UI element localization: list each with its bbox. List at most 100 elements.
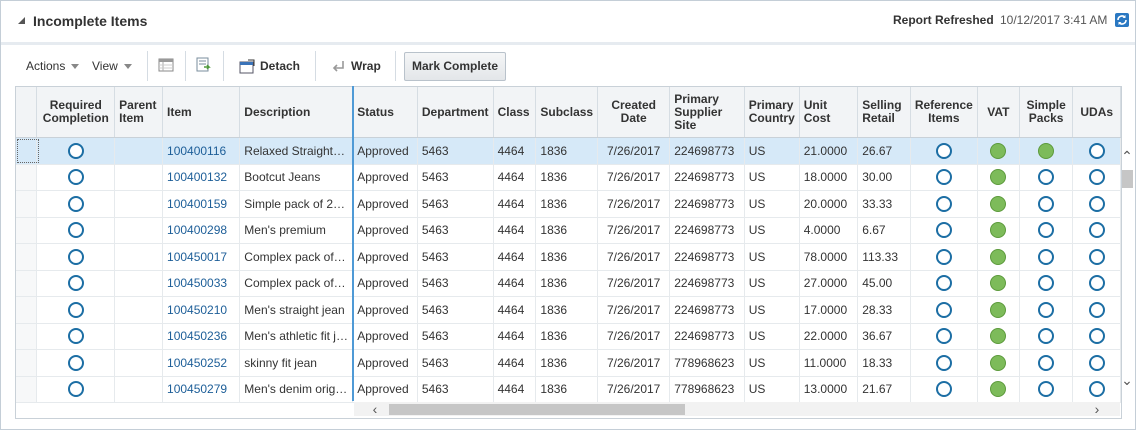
collapse-triangle-icon[interactable] [18, 17, 25, 24]
cell-item-link[interactable]: 100450236 [162, 323, 241, 350]
incomplete-status-icon[interactable] [1088, 275, 1105, 292]
incomplete-status-icon[interactable] [67, 275, 84, 292]
incomplete-status-icon[interactable] [935, 195, 952, 212]
row-selector[interactable] [16, 376, 38, 403]
cell-item-link[interactable]: 100400132 [162, 164, 241, 191]
table-row[interactable]: 100450017 Complex pack of… Approved 5463 446… [16, 243, 1121, 271]
incomplete-status-icon[interactable] [1038, 222, 1055, 239]
table-row[interactable]: 100400132 Bootcut Jeans Approved 5463 4464 18… [16, 164, 1121, 191]
row-selector[interactable] [16, 217, 38, 244]
col-created-date[interactable]: Created Date [597, 87, 671, 138]
col-item[interactable]: Item [162, 87, 241, 138]
cell-item-link[interactable]: 100400298 [162, 217, 241, 244]
row-selector[interactable] [16, 190, 38, 218]
actions-menu[interactable]: Actions [26, 57, 80, 75]
table-row[interactable]: 100400159 Simple pack of 2… Approved 5463 44… [16, 190, 1121, 218]
col-primary-country[interactable]: Primary Country [744, 87, 800, 138]
incomplete-status-icon[interactable] [1088, 169, 1105, 186]
col-class[interactable]: Class [493, 87, 537, 138]
incomplete-status-icon[interactable] [67, 354, 84, 371]
cell-item-link[interactable]: 100450252 [162, 349, 241, 377]
row-selector[interactable] [16, 270, 38, 297]
incomplete-status-icon[interactable] [935, 169, 952, 186]
row-selector[interactable] [16, 164, 38, 191]
incomplete-status-icon[interactable] [1038, 301, 1055, 318]
mark-complete-button[interactable]: Mark Complete [404, 52, 506, 81]
incomplete-status-icon[interactable] [935, 328, 952, 345]
complete-status-icon[interactable] [990, 354, 1007, 371]
row-selector[interactable] [16, 296, 38, 324]
table-row[interactable]: 100450236 Men's athletic fit j… Approved 54… [16, 323, 1121, 350]
complete-status-icon[interactable] [990, 195, 1007, 212]
complete-status-icon[interactable] [990, 328, 1007, 345]
cell-item-link[interactable]: 100450017 [162, 243, 241, 271]
complete-status-icon[interactable] [990, 248, 1007, 265]
freeze-icon[interactable] [158, 57, 174, 73]
incomplete-status-icon[interactable] [67, 169, 84, 186]
col-description[interactable]: Description [239, 87, 354, 138]
col-subclass[interactable]: Subclass [535, 87, 599, 138]
incomplete-status-icon[interactable] [935, 381, 952, 398]
col-udas[interactable]: UDAs [1072, 87, 1121, 138]
col-department[interactable]: Department [417, 87, 494, 138]
incomplete-status-icon[interactable] [1088, 354, 1105, 371]
incomplete-status-icon[interactable] [935, 248, 952, 265]
incomplete-status-icon[interactable] [1088, 328, 1105, 345]
incomplete-status-icon[interactable] [1038, 328, 1055, 345]
scroll-right-icon[interactable]: › [1091, 402, 1103, 416]
scroll-down-icon[interactable]: ⌄ [1121, 373, 1133, 387]
incomplete-status-icon[interactable] [1088, 301, 1105, 318]
table-row[interactable]: 100400116 Relaxed Straight… Approved 5463 44… [16, 137, 1121, 165]
incomplete-status-icon[interactable] [1088, 222, 1105, 239]
cell-item-link[interactable]: 100450279 [162, 376, 241, 403]
refresh-icon[interactable] [1114, 12, 1130, 28]
incomplete-status-icon[interactable] [67, 301, 84, 318]
col-unit-cost[interactable]: Unit Cost [799, 87, 859, 138]
table-row[interactable]: 100450210 Men's straight jean Approved 5463… [16, 296, 1121, 324]
incomplete-status-icon[interactable] [1038, 275, 1055, 292]
incomplete-status-icon[interactable] [935, 301, 952, 318]
incomplete-status-icon[interactable] [935, 142, 952, 159]
incomplete-status-icon[interactable] [1038, 354, 1055, 371]
detach-button[interactable]: Detach [239, 57, 300, 75]
incomplete-status-icon[interactable] [67, 142, 84, 159]
incomplete-status-icon[interactable] [935, 354, 952, 371]
cell-item-link[interactable]: 100400116 [162, 137, 241, 165]
incomplete-status-icon[interactable] [67, 381, 84, 398]
complete-status-icon[interactable] [990, 142, 1007, 159]
scroll-up-icon[interactable]: ⌃ [1121, 149, 1133, 163]
wrap-button[interactable]: Wrap [332, 57, 381, 75]
col-required-completion[interactable]: Required Completion [36, 87, 116, 138]
incomplete-status-icon[interactable] [1088, 248, 1105, 265]
col-selling-retail[interactable]: Selling Retail [857, 87, 911, 138]
row-selector[interactable] [16, 323, 38, 350]
row-selector[interactable] [16, 243, 38, 271]
incomplete-status-icon[interactable] [1038, 169, 1055, 186]
horizontal-scroll-thumb[interactable] [389, 404, 685, 415]
vertical-scroll-thumb[interactable] [1122, 170, 1133, 188]
complete-status-icon[interactable] [990, 381, 1007, 398]
table-row[interactable]: 100400298 Men's premium Approved 5463 4464 18… [16, 217, 1121, 244]
incomplete-status-icon[interactable] [1038, 381, 1055, 398]
incomplete-status-icon[interactable] [1088, 142, 1105, 159]
incomplete-status-icon[interactable] [1038, 248, 1055, 265]
view-menu[interactable]: View [92, 57, 132, 75]
table-row[interactable]: 100450279 Men's denim orig… Approved 5463 44… [16, 376, 1121, 403]
complete-status-icon[interactable] [990, 169, 1007, 186]
horizontal-scrollbar[interactable]: ‹ › [354, 402, 1120, 416]
col-status[interactable]: Status [352, 87, 418, 138]
complete-status-icon[interactable] [990, 222, 1007, 239]
incomplete-status-icon[interactable] [935, 275, 952, 292]
cell-item-link[interactable]: 100450210 [162, 296, 241, 324]
export-icon[interactable] [196, 57, 212, 73]
incomplete-status-icon[interactable] [67, 222, 84, 239]
incomplete-status-icon[interactable] [67, 248, 84, 265]
table-row[interactable]: 100450252 skinny fit jean Approved 5463 4464… [16, 349, 1121, 377]
cell-item-link[interactable]: 100400159 [162, 190, 241, 218]
cell-item-link[interactable]: 100450033 [162, 270, 241, 297]
col-simple-packs[interactable]: Simple Packs [1019, 87, 1074, 138]
col-vat[interactable]: VAT [977, 87, 1020, 138]
vertical-scrollbar[interactable]: ⌃ ⌄ [1120, 142, 1135, 392]
incomplete-status-icon[interactable] [1088, 195, 1105, 212]
scroll-left-icon[interactable]: ‹ [369, 402, 381, 416]
